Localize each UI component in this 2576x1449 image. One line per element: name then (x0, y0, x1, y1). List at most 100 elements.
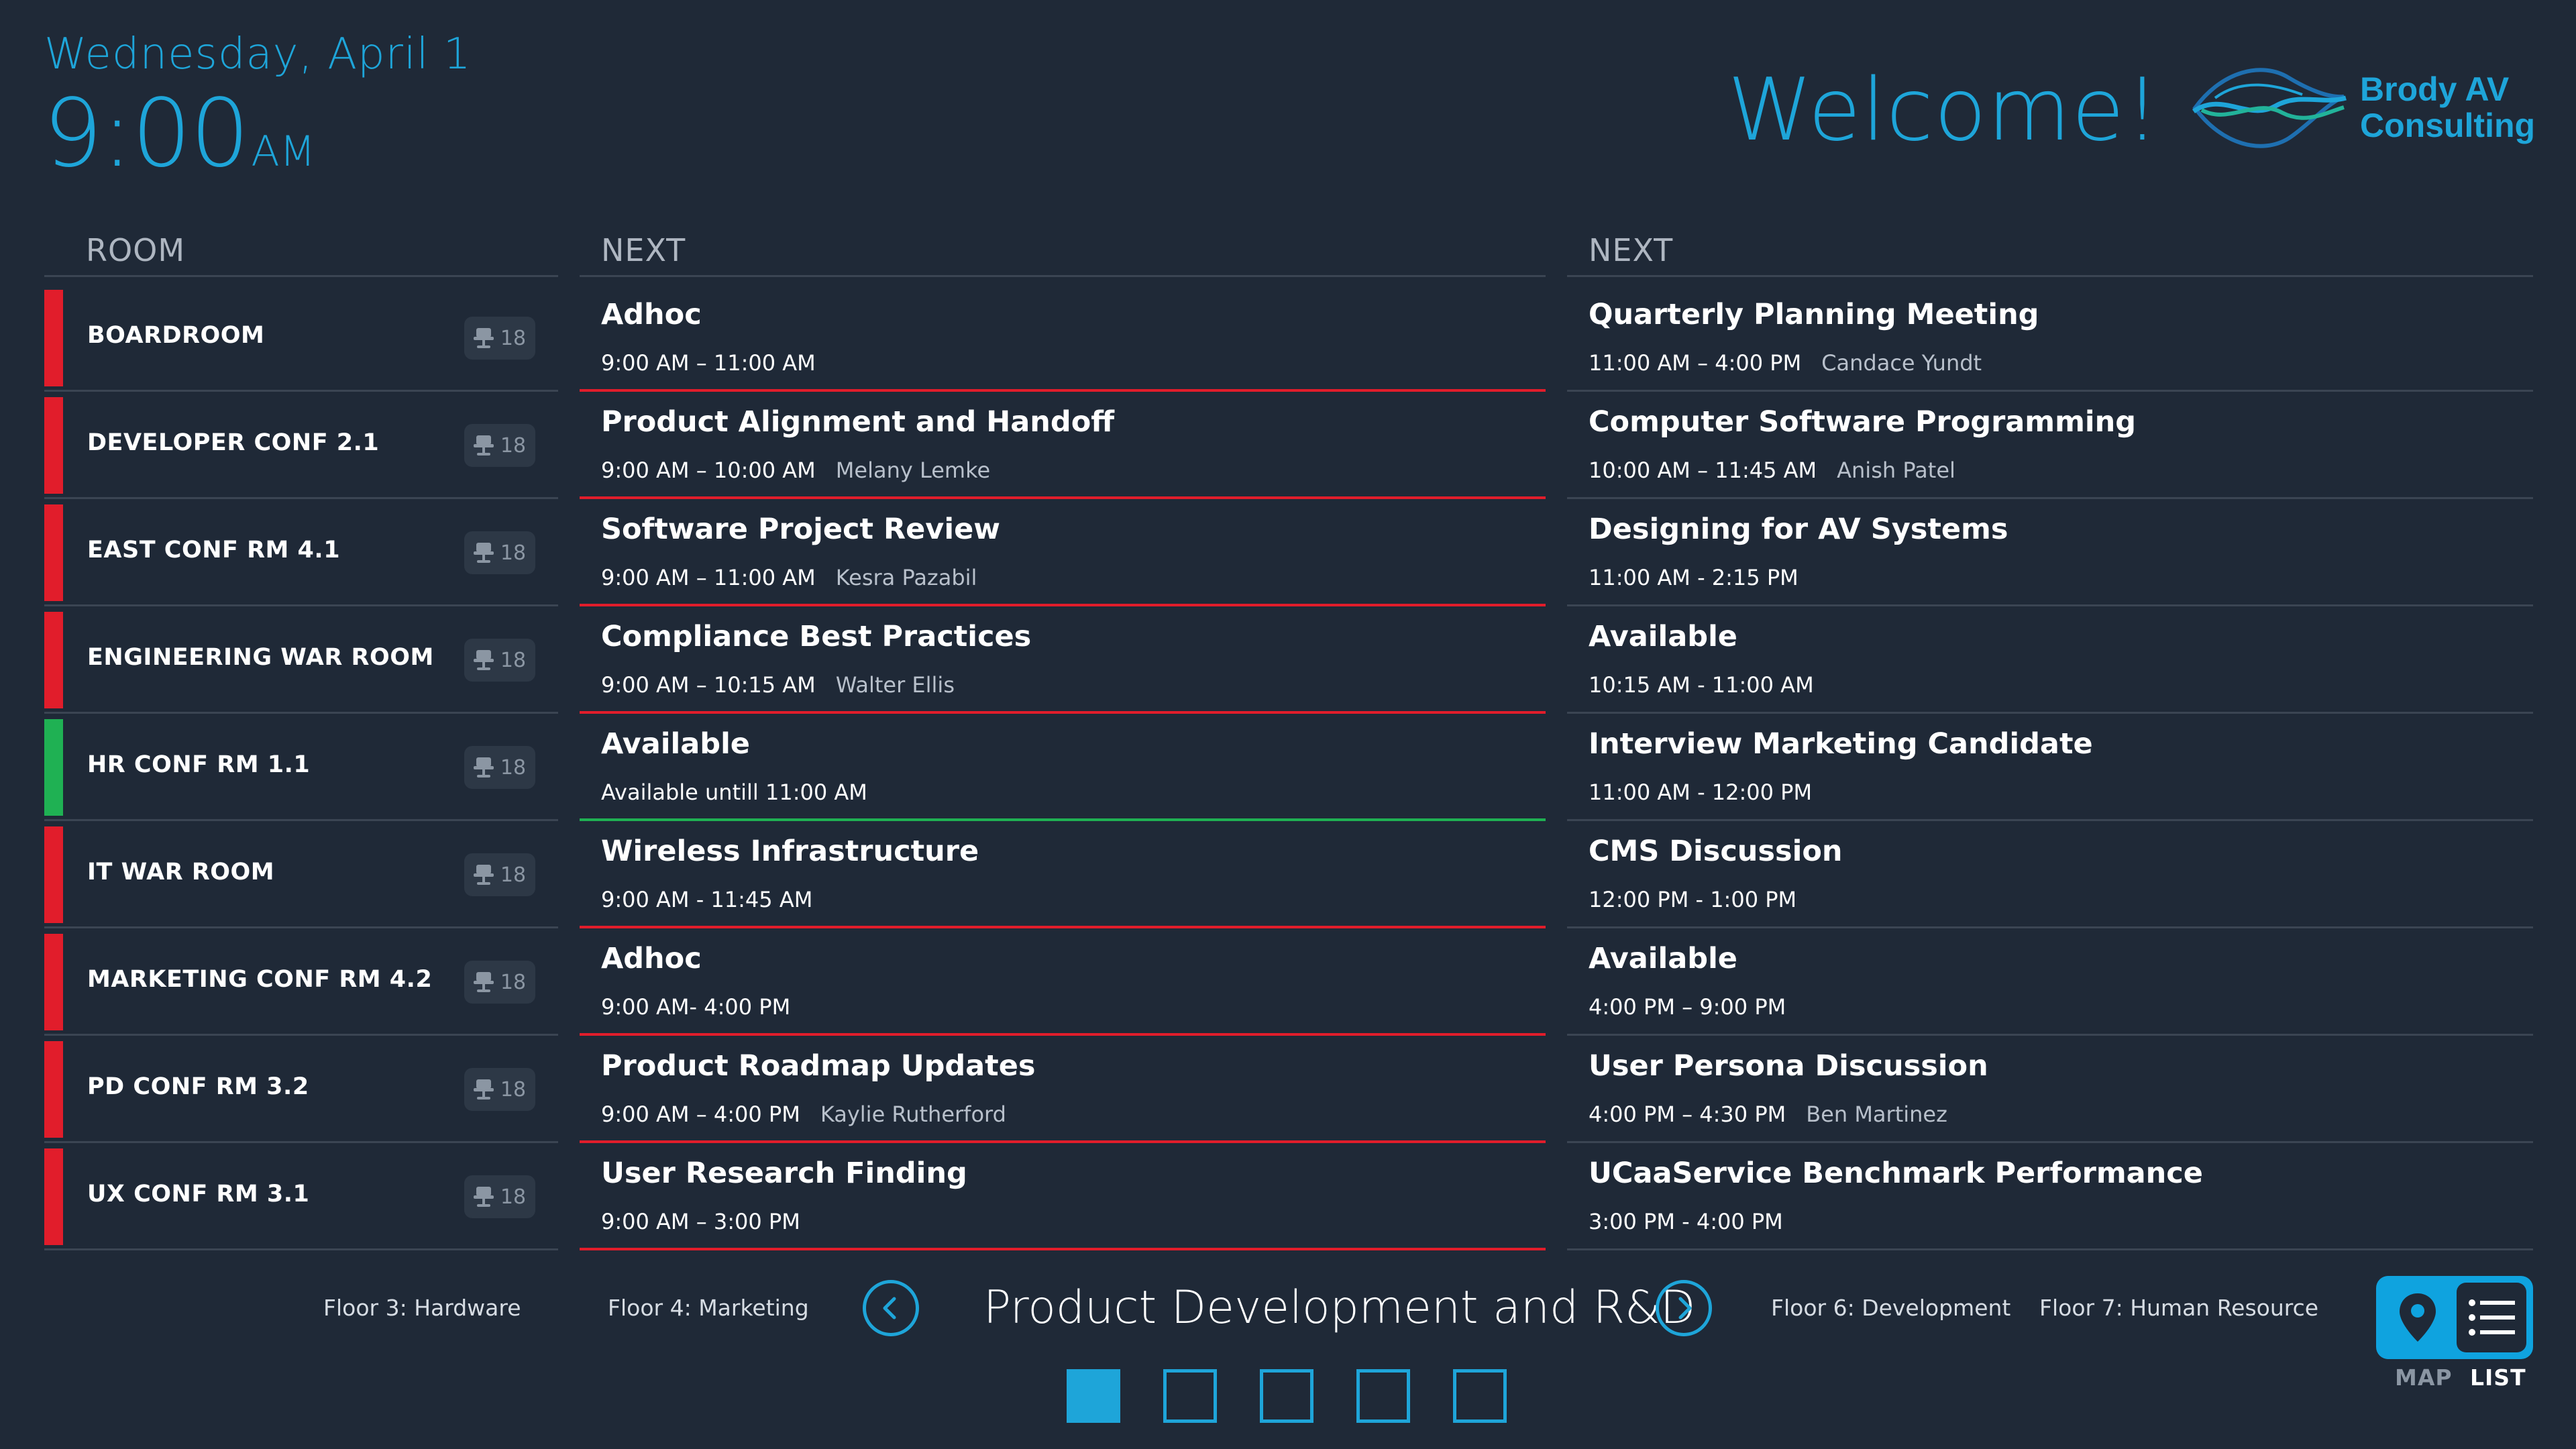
room-row[interactable]: MARKETING CONF RM 4.2 18 (44, 928, 558, 1036)
meeting-details: 4:00 PM – 9:00 PM (1589, 994, 1786, 1020)
room-row[interactable]: DEVELOPER CONF 2.1 18 (44, 392, 558, 499)
meeting-details: 11:00 AM – 4:00 PM Candace Yundt (1589, 350, 1982, 376)
room-capacity-badge: 18 (464, 746, 535, 789)
meeting-title: Software Project Review (601, 513, 1000, 546)
current-meeting-row[interactable]: Product Alignment and Handoff 9:00 AM – 1… (580, 392, 1546, 499)
next-meeting-row[interactable]: Quarterly Planning Meeting 11:00 AM – 4:0… (1567, 284, 2533, 392)
meeting-title: Product Alignment and Handoff (601, 405, 1115, 439)
next-meeting-row[interactable]: Available 10:15 AM - 11:00 AM (1567, 606, 2533, 714)
next-meeting-row[interactable]: Computer Software Programming 10:00 AM – … (1567, 392, 2533, 499)
room-status-indicator (44, 934, 63, 1030)
next-meeting-row[interactable]: CMS Discussion 12:00 PM - 1:00 PM (1567, 821, 2533, 928)
meeting-details: 3:00 PM - 4:00 PM (1589, 1209, 1783, 1234)
next-meeting-row[interactable]: Interview Marketing Candidate 11:00 AM - … (1567, 714, 2533, 821)
previous-floor-button[interactable] (863, 1280, 919, 1336)
meeting-details: 11:00 AM - 2:15 PM (1589, 565, 1799, 590)
next-floor-button[interactable] (1656, 1280, 1712, 1336)
floor-link-7[interactable]: Floor 7: Human Resource (2039, 1295, 2318, 1321)
meeting-details: 9:00 AM – 3:00 PM (601, 1209, 800, 1234)
meeting-organizer: Anish Patel (1837, 458, 1955, 483)
room-status-indicator (44, 719, 63, 816)
room-capacity-badge: 18 (464, 1068, 535, 1111)
meeting-organizer: Melany Lemke (835, 458, 991, 483)
next-meeting-row[interactable]: User Persona Discussion 4:00 PM – 4:30 PM… (1567, 1036, 2533, 1143)
next-meeting-row[interactable]: Designing for AV Systems 11:00 AM - 2:15 … (1567, 499, 2533, 606)
column-header-room: ROOM (86, 232, 186, 268)
room-row[interactable]: UX CONF RM 3.1 18 (44, 1143, 558, 1250)
meeting-time: 4:00 PM – 4:30 PM (1589, 1102, 1786, 1127)
meeting-title: Compliance Best Practices (601, 620, 1032, 653)
current-meeting-row[interactable]: Wireless Infrastructure 9:00 AM - 11:45 A… (580, 821, 1546, 928)
meeting-organizer: Kesra Pazabil (835, 565, 977, 590)
brand-line-1: Brody AV (2360, 70, 2510, 108)
room-capacity-badge: 18 (464, 961, 535, 1004)
room-name: IT WAR ROOM (87, 859, 275, 885)
room-status-indicator (44, 1148, 63, 1245)
view-toggle (2376, 1276, 2533, 1359)
meeting-title: Computer Software Programming (1589, 405, 2137, 439)
room-capacity: 18 (500, 1185, 527, 1209)
meeting-organizer: Walter Ellis (835, 672, 955, 698)
meeting-details: 12:00 PM - 1:00 PM (1589, 887, 1796, 912)
meeting-time: 9:00 AM – 10:15 AM (601, 672, 816, 698)
floor-link-6[interactable]: Floor 6: Development (1771, 1295, 2010, 1321)
chevron-left-icon (883, 1297, 896, 1320)
meeting-title: Available (1589, 942, 1737, 975)
room-capacity: 18 (500, 541, 527, 565)
meeting-details: 9:00 AM - 11:45 AM (601, 887, 812, 912)
header-divider-next-1 (580, 275, 1546, 277)
next-meeting-row[interactable]: UCaaService Benchmark Performance 3:00 PM… (1567, 1143, 2533, 1250)
current-meeting-row[interactable]: Software Project Review 9:00 AM – 11:00 A… (580, 499, 1546, 606)
room-capacity: 18 (500, 326, 527, 350)
meeting-details: 9:00 AM- 4:00 PM (601, 994, 790, 1020)
room-capacity: 18 (500, 755, 527, 780)
column-header-next-2: NEXT (1589, 232, 1674, 268)
room-name: PD CONF RM 3.2 (87, 1073, 309, 1100)
meeting-title: Available (601, 727, 750, 761)
room-status-indicator (44, 1041, 63, 1138)
room-capacity-badge: 18 (464, 317, 535, 360)
meeting-details: 11:00 AM - 12:00 PM (1589, 780, 1812, 805)
room-row[interactable]: HR CONF RM 1.1 18 (44, 714, 558, 821)
room-name: UX CONF RM 3.1 (87, 1181, 310, 1208)
column-header-next-1: NEXT (601, 232, 686, 268)
brand-name: Brody AV Consulting (2360, 71, 2535, 144)
room-row[interactable]: ENGINEERING WAR ROOM 18 (44, 606, 558, 714)
map-view-button[interactable] (2383, 1283, 2453, 1352)
page-dot[interactable] (1356, 1369, 1410, 1423)
page-dot[interactable] (1163, 1369, 1217, 1423)
list-view-button[interactable] (2457, 1283, 2526, 1352)
room-row[interactable]: BOARDROOM 18 (44, 284, 558, 392)
floor-link-3[interactable]: Floor 3: Hardware (323, 1295, 521, 1321)
room-row[interactable]: EAST CONF RM 4.1 18 (44, 499, 558, 606)
chair-icon (473, 865, 494, 885)
room-row[interactable]: PD CONF RM 3.2 18 (44, 1036, 558, 1143)
meeting-time: 4:00 PM – 9:00 PM (1589, 994, 1786, 1020)
room-capacity: 18 (500, 1077, 527, 1102)
room-row[interactable]: IT WAR ROOM 18 (44, 821, 558, 928)
current-meeting-row[interactable]: User Research Finding 9:00 AM – 3:00 PM (580, 1143, 1546, 1250)
current-meeting-row[interactable]: Product Roadmap Updates 9:00 AM – 4:00 PM… (580, 1036, 1546, 1143)
meeting-details: 10:00 AM – 11:45 AM Anish Patel (1589, 458, 1955, 483)
meeting-details: 4:00 PM – 4:30 PM Ben Martinez (1589, 1102, 1947, 1127)
room-capacity-badge: 18 (464, 424, 535, 467)
meeting-details: 9:00 AM – 4:00 PM Kaylie Rutherford (601, 1102, 1006, 1127)
page-dot[interactable] (1260, 1369, 1313, 1423)
meeting-time: 9:00 AM – 4:00 PM (601, 1102, 800, 1127)
current-meeting-row[interactable]: Adhoc 9:00 AM – 11:00 AM (580, 284, 1546, 392)
meeting-title: Product Roadmap Updates (601, 1049, 1036, 1083)
page-dot[interactable] (1067, 1369, 1120, 1423)
current-meeting-row[interactable]: Available Available untill 11:00 AM (580, 714, 1546, 821)
room-capacity: 18 (500, 863, 527, 887)
room-capacity-badge: 18 (464, 639, 535, 682)
next-meeting-row[interactable]: Available 4:00 PM – 9:00 PM (1567, 928, 2533, 1036)
meeting-time: 10:00 AM – 11:45 AM (1589, 458, 1817, 483)
current-meeting-row[interactable]: Compliance Best Practices 9:00 AM – 10:15… (580, 606, 1546, 714)
meeting-title: Adhoc (601, 942, 702, 975)
meeting-title: Wireless Infrastructure (601, 835, 979, 868)
page-dot[interactable] (1453, 1369, 1507, 1423)
meeting-title: Available (1589, 620, 1737, 653)
current-meeting-row[interactable]: Adhoc 9:00 AM- 4:00 PM (580, 928, 1546, 1036)
header-divider-next-2 (1567, 275, 2533, 277)
floor-link-4[interactable]: Floor 4: Marketing (608, 1295, 809, 1321)
